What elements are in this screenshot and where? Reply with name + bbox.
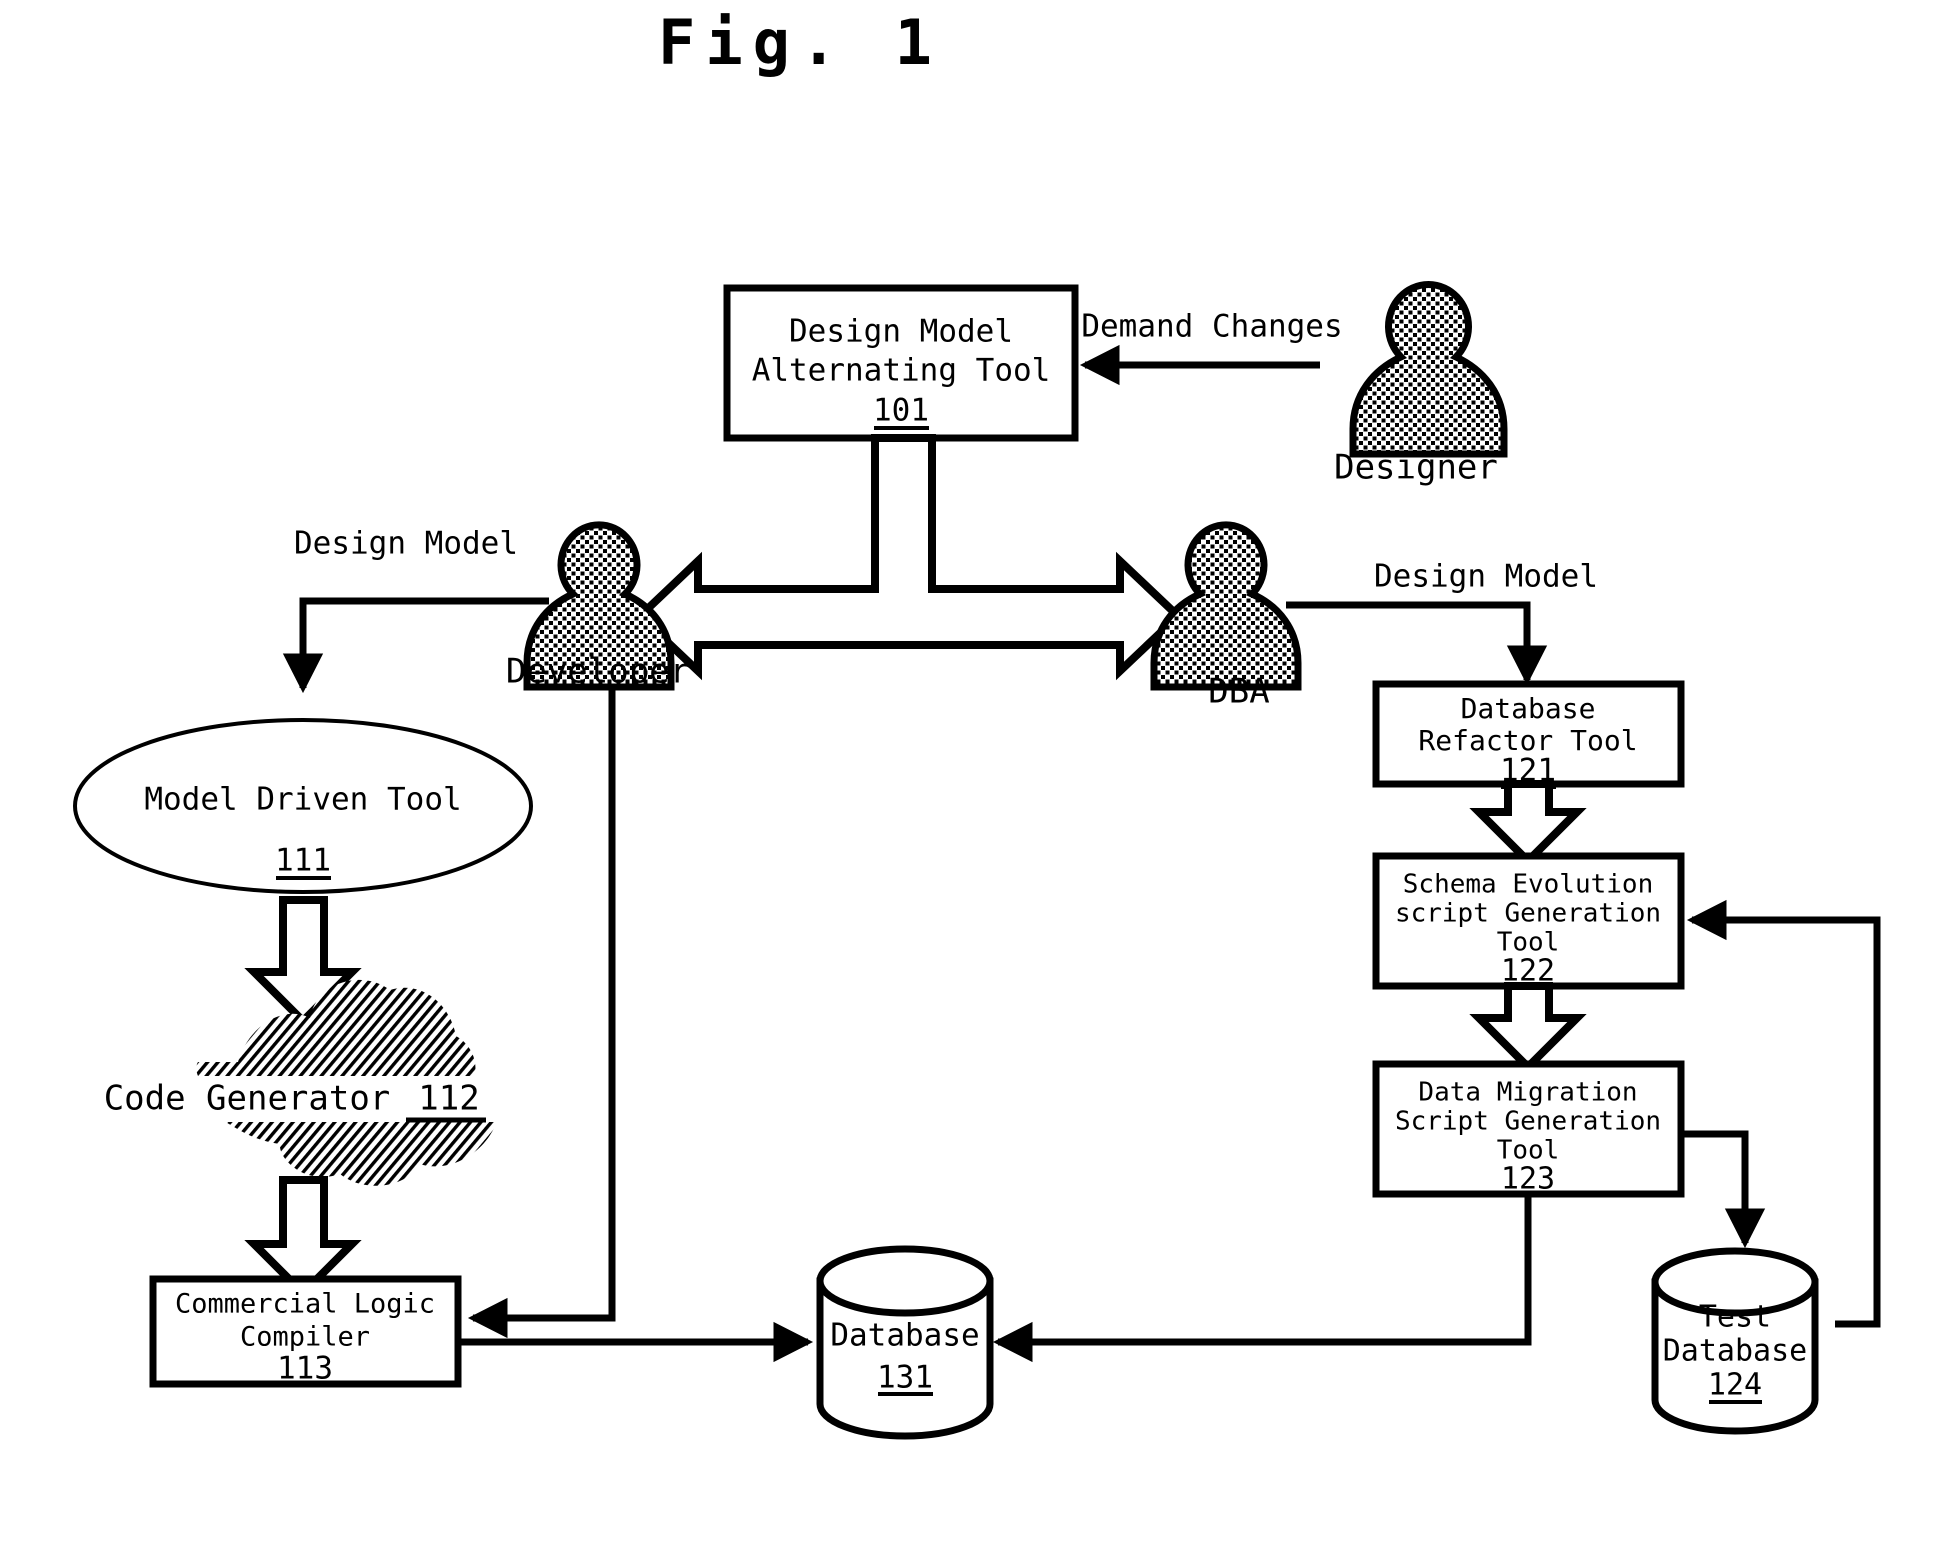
edge-design-model-right xyxy=(1286,601,1548,686)
designer-figure xyxy=(1349,281,1508,458)
box-113-ref: 113 xyxy=(277,1351,333,1387)
box-113-line2: Compiler xyxy=(240,1322,370,1353)
box-122-line2: script Generation xyxy=(1395,899,1661,929)
cloud-112-ref: 112 xyxy=(418,1079,479,1119)
block-arrow-121-to-122 xyxy=(1469,780,1587,867)
box-113-line1: Commercial Logic xyxy=(175,1289,435,1320)
dba-figure xyxy=(1150,521,1302,691)
cylinder-131-label: Database xyxy=(830,1318,979,1354)
box-101-line2: Alternating Tool xyxy=(752,353,1051,389)
dba-label: DBA xyxy=(1208,672,1269,712)
box-101-ref: 101 xyxy=(873,393,929,429)
cylinder-124-line1: Test xyxy=(1699,1300,1771,1335)
ellipse-111-label: Model Driven Tool xyxy=(144,782,461,818)
ellipse-111-ref: 111 xyxy=(275,843,331,879)
figure-title: Fig. 1 xyxy=(658,6,942,79)
person-icon xyxy=(1349,281,1508,458)
cylinder-124-ref: 124 xyxy=(1708,1368,1762,1403)
person-icon xyxy=(1150,521,1302,691)
developer-label: Developer xyxy=(506,652,690,692)
edge-123-to-database xyxy=(992,1194,1532,1363)
designer-label: Designer xyxy=(1334,448,1498,488)
cloud-112-label: Code Generator xyxy=(104,1079,391,1119)
box-122-line1: Schema Evolution xyxy=(1403,870,1653,900)
box-123-line2: Script Generation xyxy=(1395,1107,1661,1137)
edge-123-to-test-database xyxy=(1681,1130,1766,1249)
box-101-line1: Design Model xyxy=(789,314,1013,350)
box-123-line1: Data Migration xyxy=(1418,1078,1637,1108)
cylinder-124-line2: Database xyxy=(1663,1334,1808,1369)
edge-label-design-model-right: Design Model xyxy=(1374,559,1598,595)
cloud-code-generator-bottom xyxy=(222,1113,498,1186)
box-123-ref: 123 xyxy=(1501,1162,1555,1197)
box-121-line1: Database xyxy=(1461,692,1596,725)
edge-label-demand-changes: Demand Changes xyxy=(1081,309,1342,345)
cylinder-131-ref: 131 xyxy=(877,1360,933,1396)
patent-diagram: Fig. 1 Design Model Alternating Tool 101… xyxy=(73,6,1881,1440)
figure-canvas: Fig. 1 Design Model Alternating Tool 101… xyxy=(0,0,1938,1564)
edge-label-design-model-left: Design Model xyxy=(294,526,518,562)
block-arrow-122-to-123 xyxy=(1469,982,1587,1073)
bidirectional-block-arrow xyxy=(634,434,1184,681)
